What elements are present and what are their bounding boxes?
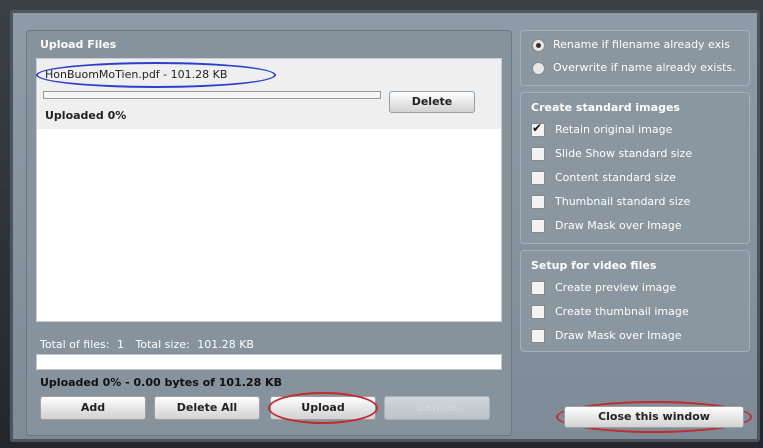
standard-images-section: Create standard images Retain original i… — [520, 92, 750, 244]
stage: Upload Files HonBuomMoTien.pdf - 101.28 … — [0, 0, 763, 448]
check-row-thumbnail-image[interactable]: Create thumbnail image — [531, 305, 689, 319]
check-row-content[interactable]: Content standard size — [531, 171, 676, 185]
checkbox-video-draw-mask[interactable] — [531, 329, 545, 343]
video-files-section: Setup for video files Create preview ima… — [520, 250, 750, 352]
file-progress-bar — [43, 91, 381, 99]
checkbox-content[interactable] — [531, 171, 545, 185]
check-label: Retain original image — [555, 123, 673, 136]
check-row-thumbnail[interactable]: Thumbnail standard size — [531, 195, 690, 209]
total-files-label: Total of files: — [40, 338, 110, 351]
file-upload-status: Uploaded 0% — [45, 109, 127, 122]
standard-images-title: Create standard images — [531, 101, 680, 114]
checkbox-draw-mask[interactable] — [531, 219, 545, 233]
overall-progress-bar — [36, 354, 502, 370]
total-files-value: 1 — [116, 338, 124, 351]
radio-overwrite[interactable] — [532, 61, 545, 75]
radio-rename-label: Rename if filename already exis — [553, 38, 730, 51]
delete-file-button[interactable]: Delete — [389, 91, 475, 113]
add-button[interactable]: Add — [40, 396, 146, 420]
check-row-video-draw-mask[interactable]: Draw Mask over Image — [531, 329, 682, 343]
check-row-slide-show[interactable]: Slide Show standard size — [531, 147, 692, 161]
check-row-preview-image[interactable]: Create preview image — [531, 281, 676, 295]
delete-all-button[interactable]: Delete All — [154, 396, 260, 420]
close-window-button[interactable]: Close this window — [564, 406, 744, 428]
check-row-draw-mask[interactable]: Draw Mask over Image — [531, 219, 682, 233]
check-label: Create thumbnail image — [555, 305, 689, 318]
total-size-value: 101.28 KB — [197, 338, 254, 351]
check-label: Content standard size — [555, 171, 676, 184]
radio-rename[interactable] — [532, 38, 545, 52]
upload-highlight-ellipse — [268, 392, 378, 424]
check-label: Draw Mask over Image — [555, 329, 682, 342]
radio-overwrite-row[interactable]: Overwrite if name already exists. — [532, 61, 736, 75]
check-label: Draw Mask over Image — [555, 219, 682, 232]
checkbox-thumbnail-image[interactable] — [531, 305, 545, 319]
check-label: Thumbnail standard size — [555, 195, 691, 208]
filename-highlight-ellipse — [36, 62, 276, 88]
radio-rename-row[interactable]: Rename if filename already exis — [532, 38, 730, 52]
checkbox-preview-image[interactable] — [531, 281, 545, 295]
check-label: Slide Show standard size — [555, 147, 693, 160]
checkbox-slide-show[interactable] — [531, 147, 545, 161]
radio-overwrite-label: Overwrite if name already exists. — [553, 61, 736, 74]
overall-status-line: Uploaded 0% - 0.00 bytes of 101.28 KB — [40, 376, 282, 389]
total-size-label: Total size: — [135, 338, 190, 351]
file-list: HonBuomMoTien.pdf - 101.28 KB Delete Upl… — [36, 58, 502, 322]
checkbox-thumbnail[interactable] — [531, 195, 545, 209]
check-label: Create preview image — [555, 281, 677, 294]
upload-files-title: Upload Files — [40, 38, 117, 51]
totals-line: Total of files: 1 Total size: 101.28 KB — [40, 338, 258, 351]
checkbox-retain-original[interactable] — [531, 121, 545, 137]
check-row-retain-original[interactable]: Retain original image — [531, 121, 673, 137]
video-files-title: Setup for video files — [531, 259, 657, 272]
cancel-button[interactable]: Cancel — [384, 396, 490, 420]
